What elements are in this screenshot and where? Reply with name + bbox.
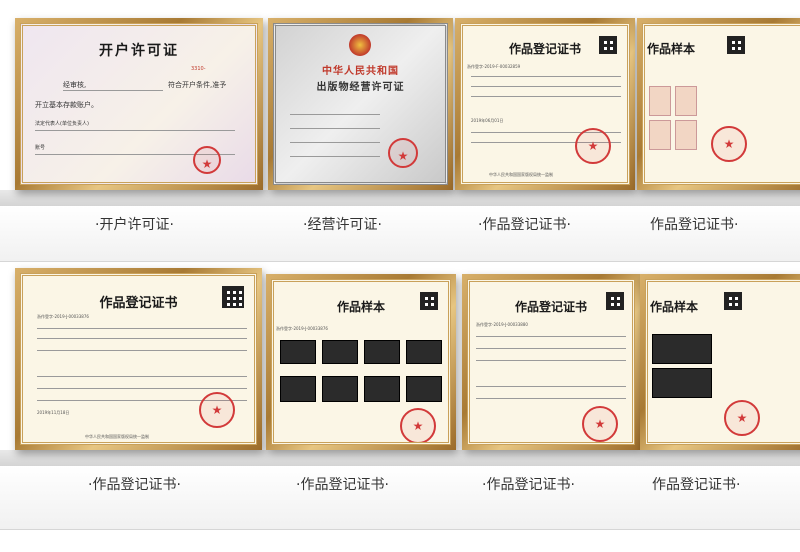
red-seal-icon xyxy=(400,408,436,442)
red-seal-icon xyxy=(388,138,418,168)
label-business-license: ·经营许可证· xyxy=(303,217,382,233)
red-seal-icon xyxy=(199,392,235,428)
product-sample-image xyxy=(280,376,316,402)
certificate-title: 中华人民共和国 xyxy=(322,66,399,77)
registration-number: 浙作登字-2019-J-00033880 xyxy=(476,322,528,327)
registration-date: 2019年06月01日 xyxy=(471,118,504,123)
qr-code-icon xyxy=(724,292,742,310)
product-sample-image xyxy=(406,376,442,402)
certificate-title: 作品样本 xyxy=(647,42,696,56)
certificate-frame-copyright-1[interactable]: 作品登记证书 浙作登字-2019-F-00032859 2019年06月01日 … xyxy=(455,18,635,190)
qr-code-icon xyxy=(222,286,244,308)
label-bank-license: ·开户许可证· xyxy=(95,217,174,233)
certificate-subtitle: 出版物经营许可证 xyxy=(316,82,405,93)
certificate-row-1: 开户许可证 经审核, 符合开户条件,准予 开立基本存款账户。 法定代表人(单位负… xyxy=(0,0,800,262)
product-sample-image xyxy=(322,376,358,402)
red-seal-icon xyxy=(711,126,747,162)
red-seal-icon xyxy=(193,146,221,174)
certificate-frame-sample-1[interactable]: 作品样本 xyxy=(637,18,800,190)
certificate-footer: 中华人民共和国国家版权局统一监制 xyxy=(85,434,149,439)
registration-number: 浙作登字-2019-J-00033876 xyxy=(276,326,328,331)
red-seal-icon xyxy=(724,400,760,436)
product-sample-image xyxy=(675,86,697,116)
qr-code-icon xyxy=(606,292,624,310)
label-copyright-2: ·作品登记证书· xyxy=(88,477,181,493)
certificate-text: 开立基本存款账户。 xyxy=(35,101,98,109)
certificate-title: 开户许可证 xyxy=(99,43,179,59)
certificate-paper: 作品样本 xyxy=(645,279,800,445)
red-seal-icon xyxy=(582,406,618,442)
certificate-text: 账号 xyxy=(35,145,46,151)
registration-number: 浙作登字-2019-F-00032859 xyxy=(467,64,521,69)
certificate-paper: 作品登记证书 浙作登字-2019-J-00033876 2019年11月18日 … xyxy=(20,273,257,445)
product-sample-image xyxy=(280,340,316,364)
certificate-number: 3310- xyxy=(191,66,206,72)
certificate-paper: 作品登记证书 浙作登字-2019-F-00032859 2019年06月01日 … xyxy=(460,23,630,185)
registration-date: 2019年11月18日 xyxy=(37,410,70,415)
certificate-paper: 开户许可证 经审核, 符合开户条件,准予 开立基本存款账户。 法定代表人(单位负… xyxy=(20,23,258,185)
red-seal-icon xyxy=(575,128,611,164)
certificate-paper: 中华人民共和国 出版物经营许可证 xyxy=(273,23,448,185)
certificate-row-2: 作品登记证书 浙作登字-2019-J-00033876 2019年11月18日 … xyxy=(0,262,800,552)
label-sample-3: 作品登记证书· xyxy=(652,477,741,493)
certificate-frame-business-license[interactable]: 中华人民共和国 出版物经营许可证 xyxy=(268,18,453,190)
certificate-frame-sample-3[interactable]: 作品样本 xyxy=(640,274,800,450)
product-sample-image xyxy=(364,376,400,402)
certificate-title: 作品登记证书 xyxy=(99,296,178,311)
certificate-paper: 作品样本 xyxy=(642,23,800,185)
product-sample-image xyxy=(406,340,442,364)
product-sample-image xyxy=(322,340,358,364)
qr-code-icon xyxy=(727,36,745,54)
label-copyright-3: ·作品登记证书· xyxy=(482,477,575,493)
product-sample-image xyxy=(364,340,400,364)
qr-code-icon xyxy=(599,36,617,54)
certificate-text: 符合开户条件,准予 xyxy=(168,81,227,89)
certificate-frame-sample-2[interactable]: 作品样本 浙作登字-2019-J-00033876 xyxy=(266,274,456,450)
registration-number: 浙作登字-2019-J-00033876 xyxy=(37,314,89,319)
qr-code-icon xyxy=(420,292,438,310)
product-sample-image xyxy=(675,120,697,150)
label-copyright-1: ·作品登记证书· xyxy=(478,217,571,233)
product-sample-image xyxy=(649,86,671,116)
certificate-frame-copyright-2[interactable]: 作品登记证书 浙作登字-2019-J-00033876 2019年11月18日 … xyxy=(15,268,262,450)
certificate-paper: 作品登记证书 浙作登字-2019-J-00033880 xyxy=(467,279,635,445)
certificate-frame-copyright-3[interactable]: 作品登记证书 浙作登字-2019-J-00033880 xyxy=(462,274,640,450)
certificate-text: 经审核, xyxy=(63,81,87,89)
certificate-frame-bank-license[interactable]: 开户许可证 经审核, 符合开户条件,准予 开立基本存款账户。 法定代表人(单位负… xyxy=(15,18,263,190)
label-sample-2: ·作品登记证书· xyxy=(296,477,389,493)
label-sample-1: 作品登记证书· xyxy=(650,217,739,233)
certificate-footer: 中华人民共和国国家版权局统一监制 xyxy=(489,172,553,177)
certificate-paper: 作品样本 浙作登字-2019-J-00033876 xyxy=(271,279,451,445)
national-emblem-icon xyxy=(349,34,371,56)
product-sample-image xyxy=(652,334,712,364)
product-sample-image xyxy=(652,368,712,398)
certificate-text: 法定代表人(单位负责人) xyxy=(35,121,89,127)
product-sample-image xyxy=(649,120,671,150)
